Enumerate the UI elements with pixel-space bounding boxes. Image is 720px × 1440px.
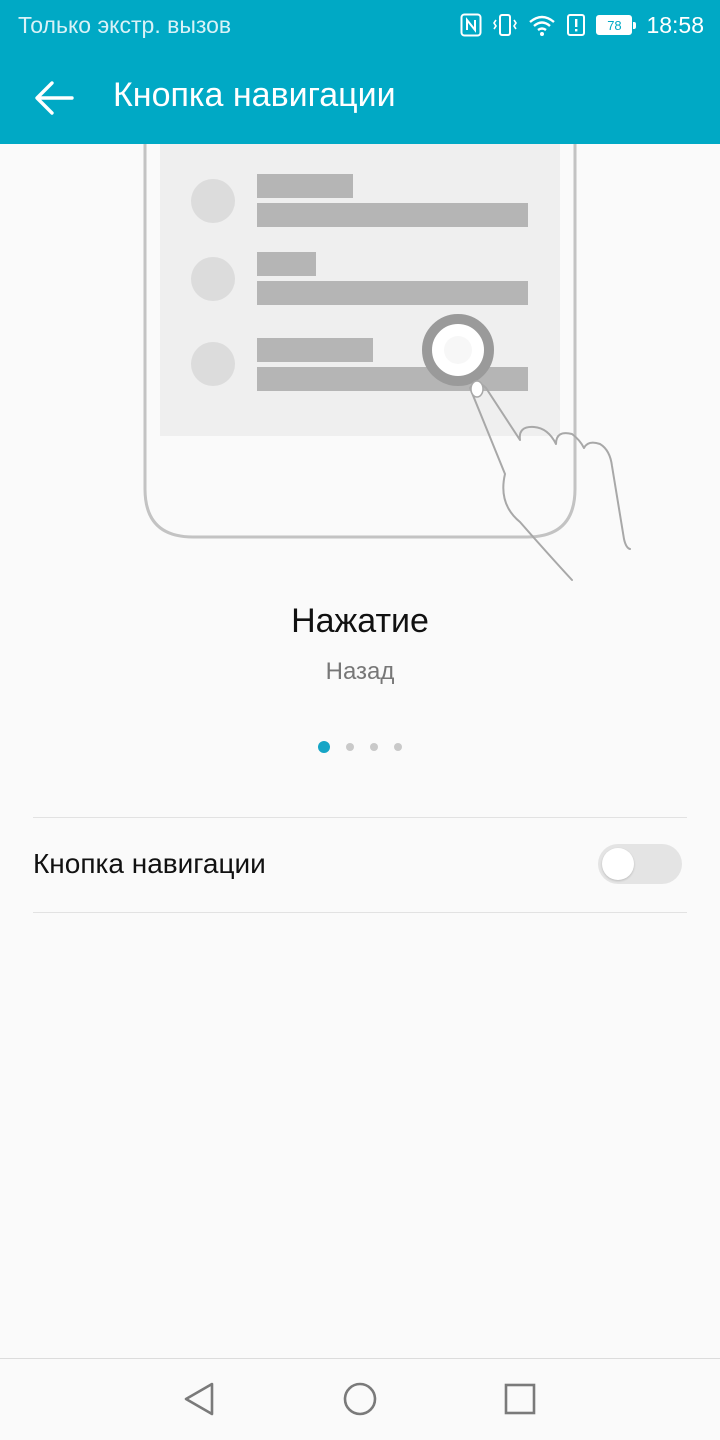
- back-button[interactable]: [28, 72, 80, 124]
- home-circle-icon: [343, 1382, 377, 1416]
- page-dot-2[interactable]: [346, 743, 354, 751]
- status-time: 18:58: [646, 11, 704, 38]
- page-dot-3[interactable]: [370, 743, 378, 751]
- setting-label: Кнопка навигации: [33, 848, 266, 879]
- nav-home-button[interactable]: [338, 1377, 382, 1421]
- toggle-knob: [602, 848, 634, 880]
- alert-icon: [566, 13, 586, 37]
- system-navigation-bar: [0, 1358, 720, 1440]
- recents-square-icon: [504, 1383, 536, 1415]
- page-title: Кнопка навигации: [113, 76, 396, 114]
- page-dot-4[interactable]: [394, 743, 402, 751]
- app-bar: Кнопка навигации: [0, 50, 720, 144]
- battery-icon: 78: [596, 15, 637, 35]
- status-bar: Только экстр. вызов 78 18:58: [0, 0, 720, 50]
- divider-bottom: [33, 912, 687, 913]
- vibrate-icon: [492, 13, 518, 37]
- page-indicator: [0, 740, 720, 754]
- page-dot-1[interactable]: [318, 741, 330, 753]
- back-triangle-icon: [184, 1382, 214, 1416]
- nfc-icon: [460, 13, 482, 37]
- battery-level: 78: [607, 17, 622, 33]
- battery-tip: [633, 22, 637, 29]
- carrier-status-text: Только экстр. вызов: [18, 12, 232, 38]
- status-icons: 78 18:58: [460, 8, 704, 42]
- gesture-subtitle: Назад: [325, 658, 395, 685]
- navigation-button-toggle[interactable]: [598, 844, 682, 884]
- arrow-left-icon: [35, 81, 74, 115]
- nav-back-button[interactable]: [178, 1377, 222, 1421]
- navigation-button-setting-row[interactable]: Кнопка навигации: [33, 818, 687, 912]
- gesture-illustration: [0, 144, 720, 584]
- wifi-icon: [528, 13, 556, 37]
- nav-recents-button[interactable]: [498, 1377, 542, 1421]
- gesture-title: Нажатие: [291, 602, 429, 640]
